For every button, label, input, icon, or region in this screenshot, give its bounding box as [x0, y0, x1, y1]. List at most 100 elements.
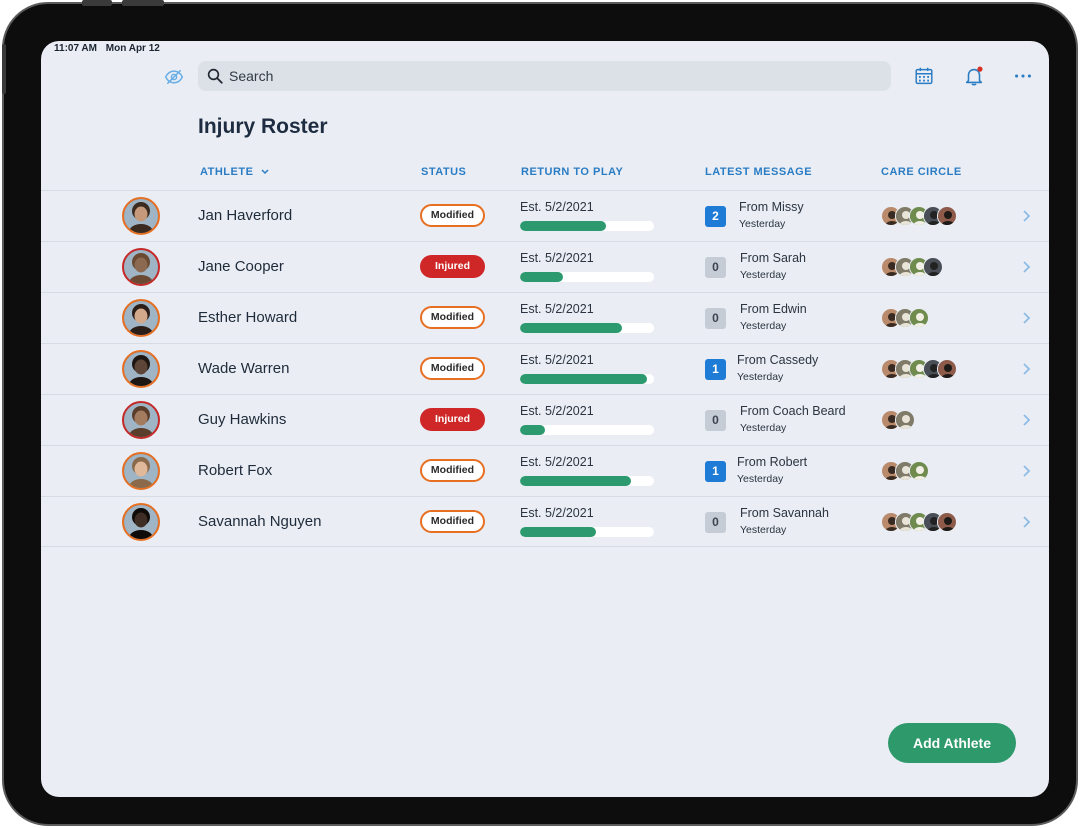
care-circle[interactable]: [881, 359, 957, 379]
return-progress-fill: [520, 374, 648, 384]
table-row[interactable]: Jan Haverford Modified Est. 5/2/2021 2 From …: [41, 190, 1049, 241]
status-time: 11:07 AM: [54, 43, 97, 54]
unread-count: 0: [705, 308, 726, 329]
column-header-return-to-play[interactable]: RETURN TO PLAY: [521, 166, 623, 178]
return-progress-bar: [520, 374, 654, 384]
table-row[interactable]: Jane Cooper Injured Est. 5/2/2021 0 From Sar…: [41, 241, 1049, 292]
avatar: [122, 197, 160, 235]
return-progress-fill: [520, 476, 632, 486]
care-circle[interactable]: [881, 206, 957, 226]
avatar: [122, 350, 160, 388]
search-icon: [207, 68, 223, 84]
status-badge: Modified: [420, 459, 485, 482]
unread-count: 2: [705, 206, 726, 227]
more-horizontal-icon[interactable]: [1012, 65, 1034, 87]
return-progress-fill: [520, 527, 597, 537]
status-badge: Injured: [420, 408, 485, 431]
care-member-avatar: [895, 410, 915, 430]
return-date: Est. 5/2/2021: [520, 455, 594, 469]
message-time: Yesterday: [740, 422, 787, 434]
chevron-right-icon[interactable]: [1019, 412, 1033, 428]
care-circle[interactable]: [881, 461, 929, 481]
unread-count: 0: [705, 410, 726, 431]
device-button: [82, 0, 112, 6]
message-sender: From Edwin: [740, 302, 807, 316]
message-sender: From Missy: [739, 200, 804, 214]
care-circle[interactable]: [881, 308, 929, 328]
care-member-avatar: [937, 359, 957, 379]
athlete-name: Jan Haverford: [198, 207, 293, 224]
search-bar[interactable]: [198, 61, 891, 91]
unread-count: 0: [705, 257, 726, 278]
chevron-right-icon[interactable]: [1019, 463, 1033, 479]
message-time: Yesterday: [739, 218, 786, 230]
message-time: Yesterday: [740, 320, 787, 332]
column-header-care-circle[interactable]: CARE CIRCLE: [881, 166, 962, 178]
care-member-avatar: [909, 461, 929, 481]
bell-icon[interactable]: [963, 65, 985, 87]
device-button: [122, 0, 164, 6]
status-badge: Modified: [420, 510, 485, 533]
return-date: Est. 5/2/2021: [520, 302, 594, 316]
chevron-right-icon[interactable]: [1019, 259, 1033, 275]
chevron-right-icon[interactable]: [1019, 514, 1033, 530]
return-date: Est. 5/2/2021: [520, 506, 594, 520]
athlete-photo: [124, 454, 158, 488]
app-screen: 11:07 AM Mon Apr 12 Search Injury Roster…: [41, 41, 1049, 797]
unread-count: 1: [705, 359, 726, 380]
return-progress-bar: [520, 221, 654, 231]
return-progress-bar: [520, 272, 654, 282]
column-header-status[interactable]: STATUS: [421, 166, 466, 178]
table-row[interactable]: Robert Fox Modified Est. 5/2/2021 1 From Rob…: [41, 445, 1049, 496]
status-badge: Modified: [420, 357, 485, 380]
athlete-photo: [124, 403, 158, 437]
avatar: [122, 299, 160, 337]
message-sender: From Robert: [737, 455, 808, 469]
table-row[interactable]: Guy Hawkins Injured Est. 5/2/2021 0 From Coa…: [41, 394, 1049, 445]
message-time: Yesterday: [740, 269, 787, 281]
avatar: [122, 401, 160, 439]
care-member-avatar: [923, 257, 943, 277]
add-athlete-button[interactable]: Add Athlete: [888, 723, 1016, 763]
message-time: Yesterday: [737, 371, 784, 383]
calendar-icon[interactable]: [913, 65, 935, 87]
message-time: Yesterday: [740, 524, 787, 536]
status-bar: 11:07 AM Mon Apr 12: [54, 43, 166, 54]
return-date: Est. 5/2/2021: [520, 404, 594, 418]
tablet-frame: 11:07 AM Mon Apr 12 Search Injury Roster…: [2, 0, 1078, 826]
table-row[interactable]: Esther Howard Modified Est. 5/2/2021 0 From …: [41, 292, 1049, 343]
care-member-avatar: [909, 308, 929, 328]
athlete-name: Robert Fox: [198, 462, 273, 479]
message-sender: From Sarah: [740, 251, 806, 265]
athlete-photo: [124, 352, 158, 386]
athlete-name: Wade Warren: [198, 360, 290, 377]
athlete-photo: [124, 301, 158, 335]
care-circle[interactable]: [881, 410, 915, 430]
avatar: [122, 503, 160, 541]
status-badge: Injured: [420, 255, 485, 278]
column-header-label: ATHLETE: [200, 166, 254, 178]
status-badge: Modified: [420, 204, 485, 227]
return-date: Est. 5/2/2021: [520, 200, 594, 214]
care-member-avatar: [937, 512, 957, 532]
care-circle[interactable]: [881, 512, 957, 532]
page-title: Injury Roster: [198, 115, 328, 138]
athlete-name: Guy Hawkins: [198, 411, 287, 428]
eye-off-icon[interactable]: [164, 67, 184, 87]
return-progress-bar: [520, 527, 654, 537]
table-row[interactable]: Wade Warren Modified Est. 5/2/2021 1 From Ca…: [41, 343, 1049, 394]
return-progress-fill: [520, 323, 622, 333]
table-row[interactable]: Savannah Nguyen Modified Est. 5/2/2021 0 Fro…: [41, 496, 1049, 547]
search-input[interactable]: [229, 61, 869, 91]
chevron-right-icon[interactable]: [1019, 310, 1033, 326]
status-badge: Modified: [420, 306, 485, 329]
status-date: Mon Apr 12: [105, 43, 160, 54]
athlete-name: Esther Howard: [198, 309, 298, 326]
column-header-athlete[interactable]: ATHLETE: [200, 166, 270, 178]
chevron-right-icon[interactable]: [1019, 208, 1033, 224]
care-circle[interactable]: [881, 257, 943, 277]
avatar: [122, 452, 160, 490]
message-sender: From Savannah: [740, 506, 829, 520]
column-header-latest-message[interactable]: LATEST MESSAGE: [705, 166, 812, 178]
chevron-right-icon[interactable]: [1019, 361, 1033, 377]
